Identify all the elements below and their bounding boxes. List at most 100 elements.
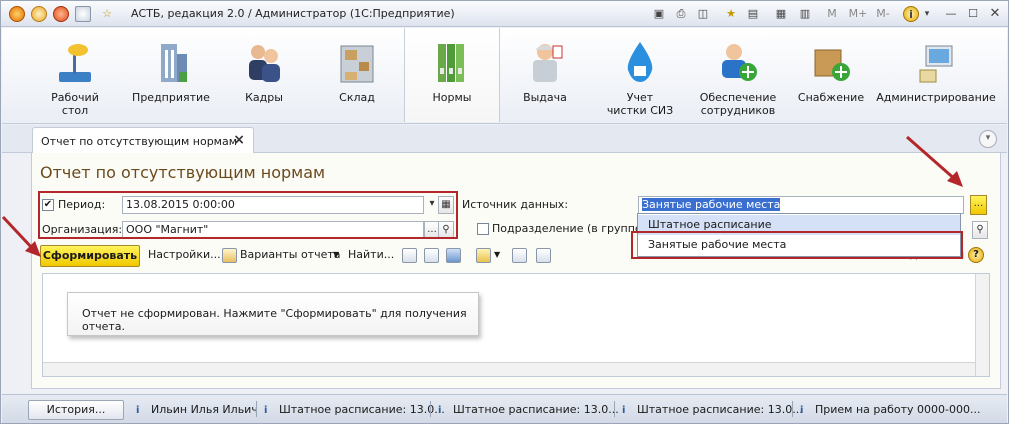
find-button[interactable]: Найти... — [348, 248, 394, 261]
tab-row: Отчет по отсутствующим нормам × ▾ — [2, 125, 1007, 154]
source-label: Источник данных: — [462, 198, 569, 211]
section-issue[interactable]: Выдача — [502, 28, 588, 122]
status-item[interactable]: i Прием на работу 0000-000... — [800, 403, 981, 417]
status-item-label: Штатное расписание: 13.0... — [279, 403, 445, 416]
preview-icon[interactable] — [424, 248, 439, 263]
report-form: Отчет по отсутствующим нормам ✔ Период: … — [31, 153, 1001, 389]
title-bar: ☆ АСТБ, редакция 2.0 / Администратор (1С… — [1, 1, 1008, 27]
status-separator — [614, 401, 615, 417]
source-select-button[interactable]: ... — [970, 195, 987, 215]
window-title: АСТБ, редакция 2.0 / Администратор (1С:П… — [131, 7, 455, 20]
paste-icon[interactable] — [536, 248, 551, 263]
info-dropdown-icon[interactable]: ▾ — [919, 6, 935, 22]
section-norms[interactable]: Нормы — [404, 28, 500, 122]
section-procurement[interactable]: Снабжение — [788, 28, 874, 122]
preview-icon[interactable]: ◫ — [695, 6, 711, 22]
section-desktop[interactable]: Рабочий стол — [32, 28, 118, 122]
tab-label: Отчет по отсутствующим нормам — [41, 135, 238, 148]
section-label: Кадры — [245, 91, 283, 104]
favorites-star-icon[interactable]: ☆ — [99, 6, 115, 22]
computer-icon — [919, 45, 953, 83]
app-logo-icon[interactable] — [9, 6, 25, 22]
section-ppe-cleaning[interactable]: Учет чистки СИЗ — [592, 28, 688, 122]
print-icon[interactable] — [402, 248, 417, 263]
variants-dropdown-icon[interactable]: ▼ — [333, 250, 339, 259]
subdivision-checkbox[interactable] — [477, 223, 489, 235]
section-label: Предприятие — [132, 91, 210, 104]
source-field[interactable]: Занятые рабочие места — [638, 196, 964, 214]
worker-icon — [533, 44, 563, 82]
warehouse-icon — [340, 45, 374, 83]
subdivision-search-icon[interactable]: ⚲ — [972, 221, 988, 239]
report-area[interactable]: Отчет не сформирован. Нажмите "Сформиров… — [42, 273, 990, 377]
star-icon[interactable]: ★ — [723, 6, 739, 22]
status-item-label: Штатное расписание: 13.0... — [637, 403, 803, 416]
status-bar: История... i Ильин Илья Ильич i Штатное ра… — [2, 394, 1007, 423]
back-icon[interactable] — [75, 6, 91, 22]
collapse-panel-icon[interactable]: ▾ — [979, 130, 997, 148]
info-icon[interactable]: i — [903, 6, 919, 22]
info-icon: i — [622, 405, 626, 416]
tab-report[interactable]: Отчет по отсутствующим нормам × — [32, 127, 254, 154]
mail-icon[interactable] — [476, 248, 491, 263]
memory-minus-button[interactable]: M- — [873, 6, 893, 22]
section-enterprise[interactable]: Предприятие — [128, 28, 214, 122]
save-icon[interactable]: ▣ — [651, 6, 667, 22]
status-separator — [430, 401, 431, 417]
horizontal-scrollbar[interactable] — [43, 362, 975, 376]
minimize-icon[interactable]: — — [943, 6, 959, 22]
history-button[interactable]: История... — [28, 400, 124, 420]
report-variants-button[interactable]: Варианты отчета — [240, 248, 341, 261]
settings-button[interactable]: Настройки... — [148, 248, 221, 261]
mail-dropdown-icon[interactable]: ▼ — [494, 250, 500, 259]
status-item[interactable]: i Штатное расписание: 13.0... — [264, 403, 445, 417]
save-icon[interactable] — [446, 248, 461, 263]
info-icon: i — [800, 405, 804, 416]
menu-dropdown-icon[interactable] — [31, 6, 47, 22]
status-item[interactable]: i Штатное расписание: 13.0... — [438, 403, 619, 417]
desk-lamp-icon — [59, 44, 91, 82]
vertical-scrollbar[interactable] — [975, 274, 989, 376]
memory-m-button[interactable]: M — [823, 6, 841, 22]
copy-icon[interactable] — [512, 248, 527, 263]
arrow-annotation-icon — [906, 135, 963, 187]
close-circle-icon[interactable] — [53, 6, 69, 22]
memory-plus-button[interactable]: M+ — [847, 6, 869, 22]
calc-icon[interactable]: ▦ — [773, 6, 789, 22]
section-label: Нормы — [432, 91, 472, 104]
page-title: Отчет по отсутствующим нормам — [40, 163, 326, 182]
status-item-label: Прием на работу 0000-000... — [815, 403, 981, 416]
highlight-dropdown-item — [631, 231, 963, 259]
print-icon[interactable]: ⎙ — [673, 6, 689, 22]
arrow-annotation-icon — [1, 215, 41, 257]
tab-close-icon[interactable]: × — [233, 132, 245, 148]
history-icon[interactable]: ▤ — [745, 6, 761, 22]
info-icon: i — [264, 405, 268, 416]
maximize-icon[interactable]: ☐ — [965, 6, 981, 22]
people-icon — [249, 45, 280, 82]
section-employee-supply[interactable]: Обеспечение сотрудников — [690, 28, 786, 122]
status-item[interactable]: i Штатное расписание: 13.0... — [622, 403, 803, 417]
box-add-icon — [814, 49, 850, 81]
info-icon: i — [136, 405, 140, 416]
section-personnel[interactable]: Кадры — [218, 28, 310, 122]
section-label: Обеспечение сотрудников — [699, 91, 777, 117]
report-message: Отчет не сформирован. Нажмите "Сформиров… — [67, 292, 479, 336]
help-icon[interactable]: ? — [968, 247, 984, 263]
building-icon — [161, 44, 187, 82]
section-label: Снабжение — [797, 91, 865, 104]
info-icon: i — [438, 405, 442, 416]
status-item[interactable]: i Ильин Илья Ильич — [136, 403, 258, 417]
status-item-label: Ильин Илья Ильич — [151, 403, 258, 416]
close-window-icon[interactable]: ✕ — [987, 6, 1003, 22]
subdivision-label: Подразделение (в группе): — [492, 222, 650, 235]
section-warehouse[interactable]: Склад — [314, 28, 400, 122]
calendar-icon[interactable]: ▥ — [797, 6, 813, 22]
section-label: Рабочий стол — [51, 91, 99, 117]
source-selected-text: Занятые рабочие места — [642, 198, 781, 211]
section-administration[interactable]: Администрирование — [876, 28, 996, 122]
generate-button[interactable]: Сформировать — [40, 245, 140, 267]
sections-panel: Рабочий стол Предприятие Кадры Склад Нор… — [2, 28, 1007, 124]
person-add-icon — [722, 44, 757, 81]
status-separator — [792, 401, 793, 417]
